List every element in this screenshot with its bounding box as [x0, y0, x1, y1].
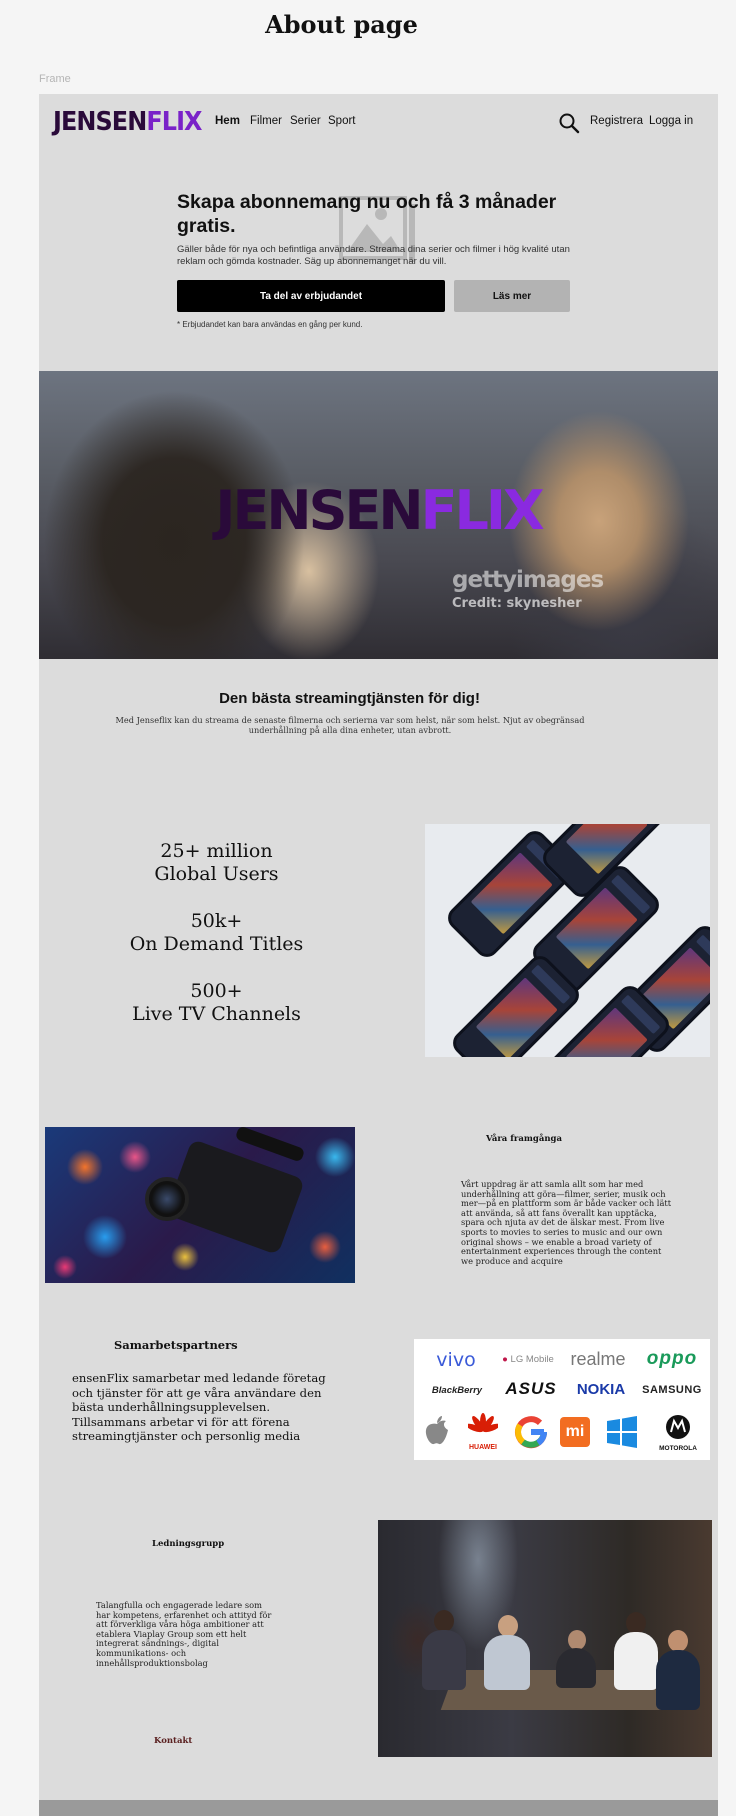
- brand-vivo: vivo: [436, 1349, 476, 1371]
- brand-lg-mobile: ● LG Mobile: [502, 1354, 554, 1365]
- nav-item-sport[interactable]: Sport: [328, 115, 356, 127]
- promo-text: Gäller både för nya och befintliga använ…: [177, 244, 570, 267]
- person-body: [614, 1632, 658, 1690]
- nav-item-filmer[interactable]: Filmer: [250, 115, 282, 127]
- stat-channels: 500+ Live TV Channels: [39, 980, 394, 1026]
- brand-motorola-label: MOTOROLA: [659, 1445, 697, 1452]
- google-icon: [515, 1416, 548, 1449]
- frame-label: Frame: [39, 73, 71, 85]
- brand-huawei-label: HUAWEI: [469, 1444, 497, 1451]
- logo-part-flix: FLIX: [146, 107, 202, 137]
- partners-title: Samarbetspartners: [114, 1338, 238, 1352]
- brand-blackberry: BlackBerry: [431, 1385, 483, 1396]
- best-streaming-text: Med Jenseflix kan du streama de senaste …: [115, 715, 585, 735]
- apple-icon: [425, 1416, 448, 1445]
- stat-users: 25+ million Global Users: [39, 840, 394, 886]
- xiaomi-icon: mi: [560, 1417, 590, 1447]
- person-head: [498, 1615, 518, 1637]
- stat-value: 50k+: [190, 910, 243, 932]
- footer-bar: [39, 1800, 718, 1816]
- person-head: [626, 1612, 646, 1634]
- partner-logos: vivo ● LG Mobile realme oppo BlackBerry …: [414, 1339, 710, 1460]
- hero-logo-part-flix: FLIX: [420, 479, 545, 542]
- brand-samsung: SAMSUNG: [642, 1384, 702, 1396]
- huawei-icon: [466, 1413, 500, 1433]
- site-logo[interactable]: JENSENFLIX: [53, 107, 203, 137]
- read-more-button[interactable]: Läs mer: [454, 280, 570, 312]
- person-head: [568, 1630, 586, 1650]
- brand-huawei: HUAWEI: [458, 1413, 508, 1455]
- success-text: Vårt uppdrag är att samla allt som har m…: [461, 1179, 672, 1266]
- brand-motorola: MOTOROLA: [650, 1414, 706, 1456]
- login-link[interactable]: Logga in: [649, 115, 693, 127]
- brand-nokia: NOKIA: [576, 1381, 626, 1398]
- getty-watermark: gettyimages: [452, 567, 604, 593]
- brand-asus: ASUS: [505, 1379, 557, 1398]
- stat-label: Live TV Channels: [132, 1003, 301, 1025]
- promo-title: Skapa abonnemang nu och få 3 månader gra…: [177, 191, 557, 237]
- stat-value: 25+ million: [160, 840, 273, 862]
- logo-part-jensen: JENSEN: [53, 107, 147, 137]
- leadership-title: Ledningsgrupp: [152, 1539, 225, 1549]
- person-head: [434, 1610, 454, 1632]
- camera-lens: [145, 1177, 189, 1221]
- page-frame: JENSENFLIX Hem Filmer Serier Sport Regis…: [39, 94, 718, 1816]
- stat-label: Global Users: [154, 863, 279, 885]
- leadership-text: Talangfulla och engagerade ledare som ha…: [96, 1600, 272, 1668]
- brand-realme: realme: [570, 1349, 626, 1369]
- nav-item-serier[interactable]: Serier: [290, 115, 321, 127]
- claim-offer-button[interactable]: Ta del av erbjudandet: [177, 280, 445, 312]
- person-head: [668, 1630, 688, 1652]
- person-body: [484, 1635, 530, 1690]
- search-icon[interactable]: [558, 112, 580, 134]
- hero-logo: JENSENFLIX: [39, 479, 718, 542]
- windows-icon: [607, 1416, 637, 1448]
- contact-link[interactable]: Kontakt: [154, 1736, 192, 1746]
- brand-oppo: oppo: [646, 1348, 698, 1369]
- person-body: [556, 1648, 596, 1688]
- image-credit: Credit: skynesher: [452, 596, 582, 611]
- best-streaming-title: Den bästa streamingtjänsten för dig!: [219, 690, 480, 707]
- video-camera-image: [45, 1127, 355, 1283]
- stat-label: On Demand Titles: [129, 933, 304, 955]
- hero-image: JENSENFLIX gettyimages Credit: skynesher: [39, 371, 718, 659]
- promo-footnote: * Erbjudandet kan bara användas en gång …: [177, 320, 363, 329]
- nav-item-hem[interactable]: Hem: [215, 115, 240, 127]
- partners-text: ensenFlix samarbetar med ledande företag…: [72, 1371, 326, 1443]
- meeting-room-image: [378, 1520, 712, 1757]
- page-title: About page: [265, 10, 418, 39]
- hero-logo-part-jensen: JENSEN: [215, 479, 423, 542]
- person-body: [422, 1630, 466, 1690]
- motorola-icon: [666, 1415, 690, 1439]
- person-body: [656, 1650, 700, 1710]
- success-title: Våra framgånga: [486, 1134, 562, 1144]
- brand-lg-mobile-label: LG Mobile: [510, 1354, 554, 1365]
- app-phones-image: [425, 824, 710, 1057]
- stat-titles: 50k+ On Demand Titles: [39, 910, 394, 956]
- stat-value: 500+: [190, 980, 243, 1002]
- register-link[interactable]: Registrera: [590, 115, 643, 127]
